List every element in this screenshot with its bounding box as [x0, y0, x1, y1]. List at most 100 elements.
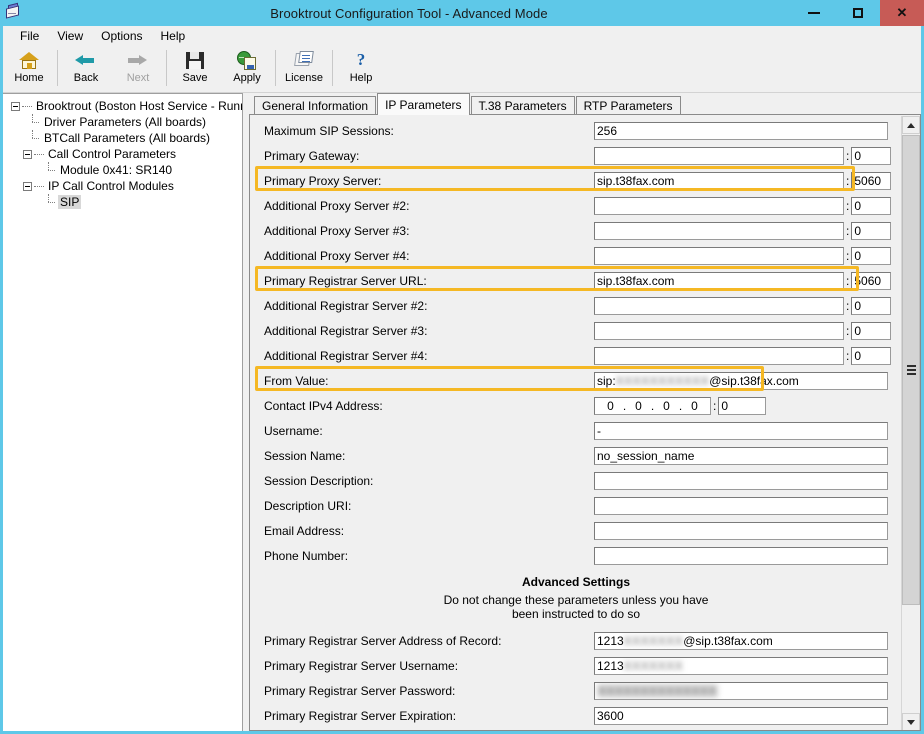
- tree-node-call-control-parameters[interactable]: Call Control Parameters: [6, 146, 240, 162]
- primary-proxy-server-port-input[interactable]: 5060: [851, 171, 892, 190]
- additional-proxy-server-3-port-input[interactable]: 0: [851, 221, 892, 240]
- tree-connector: [34, 153, 44, 155]
- toolbar-separator-3: [275, 50, 276, 86]
- port-separator: :: [713, 398, 717, 413]
- tree-node-module-sr140[interactable]: Module 0x41: SR140: [6, 162, 240, 178]
- description-uri-input[interactable]: [594, 496, 888, 515]
- apply-globe-icon: [236, 49, 258, 71]
- field-label: Phone Number:: [264, 548, 349, 563]
- aor-redacted: XXXXXXX: [623, 634, 684, 648]
- ip-dot: .: [622, 398, 627, 413]
- registrar-username-redacted: XXXXXXX: [623, 659, 684, 673]
- primary-proxy-server-host-input[interactable]: sip.t38fax.com: [594, 171, 844, 190]
- registrar-address-of-record-input[interactable]: 1213 XXXXXXX @sip.t38fax.com: [594, 631, 888, 650]
- session-name-input[interactable]: no_session_name: [594, 446, 888, 465]
- field-label: Primary Gateway:: [264, 148, 360, 163]
- additional-registrar-server-4-host-input[interactable]: [594, 346, 844, 365]
- aor-prefix: 1213: [597, 634, 624, 648]
- tree-node-brooktrout[interactable]: Brooktrout (Boston Host Service - Runnin…: [6, 98, 242, 114]
- additional-proxy-server-4-port-input[interactable]: 0: [851, 246, 892, 265]
- expander-minus-icon[interactable]: [23, 149, 32, 159]
- tab-t38-parameters[interactable]: T.38 Parameters: [470, 96, 575, 115]
- tab-general-information[interactable]: General Information: [254, 96, 377, 115]
- tree-node-driver-parameters[interactable]: Driver Parameters (All boards): [6, 114, 240, 130]
- field-label: Primary Registrar Server Username:: [264, 658, 459, 673]
- additional-proxy-server-3-host-input[interactable]: [594, 221, 844, 240]
- primary-registrar-server-url-port-input[interactable]: 5060: [851, 271, 892, 290]
- additional-proxy-server-2-port-input[interactable]: 0: [851, 196, 892, 215]
- scroll-up-button[interactable]: [902, 116, 920, 134]
- expander-minus-icon[interactable]: [11, 101, 20, 111]
- username-input[interactable]: -: [594, 421, 888, 440]
- maximum-sip-sessions-input[interactable]: 256: [594, 121, 888, 140]
- ip-dot: .: [678, 398, 683, 413]
- additional-proxy-server-4-host-input[interactable]: [594, 246, 844, 265]
- expander-minus-icon[interactable]: [23, 181, 32, 191]
- from-value-input[interactable]: sip: XXXXXXXXXXX @sip.t38fax.com: [594, 371, 888, 390]
- tab-rtp-parameters[interactable]: RTP Parameters: [575, 96, 681, 115]
- contact-ipv4-address-input[interactable]: 0 . 0 . 0 . 0: [594, 396, 711, 415]
- primary-gateway-host-input[interactable]: [594, 146, 844, 165]
- field-label: Additional Proxy Server #2:: [264, 198, 410, 213]
- field-row-additional-registrar-server-4: Additional Registrar Server #4: : 0: [258, 343, 894, 368]
- scroll-thumb[interactable]: [902, 135, 920, 605]
- additional-registrar-server-2-host-input[interactable]: [594, 296, 844, 315]
- email-address-input[interactable]: [594, 521, 888, 540]
- ip-dot: .: [650, 398, 655, 413]
- additional-registrar-server-4-port-input[interactable]: 0: [851, 346, 892, 365]
- toolbar-apply-label: Apply: [233, 72, 261, 84]
- tree-connector: [34, 185, 44, 187]
- ip-octet-1[interactable]: 0: [601, 399, 621, 413]
- tab-ip-parameters[interactable]: IP Parameters: [377, 93, 470, 115]
- field-label: Email Address:: [264, 523, 345, 538]
- tree-node-sip[interactable]: SIP: [6, 194, 240, 210]
- registrar-expiration-input[interactable]: 3600: [594, 706, 888, 725]
- tree-connector: [28, 130, 40, 146]
- additional-proxy-server-2-host-input[interactable]: [594, 196, 844, 215]
- vertical-scrollbar[interactable]: [901, 116, 920, 730]
- client-area: File View Options Help Home Back Next Sa…: [3, 26, 921, 731]
- additional-registrar-server-3-host-input[interactable]: [594, 321, 844, 340]
- maximize-button[interactable]: [836, 0, 880, 26]
- field-row-registrar-expiration: Primary Registrar Server Expiration: 360…: [258, 703, 894, 728]
- session-description-input[interactable]: [594, 471, 888, 490]
- field-label: Session Name:: [264, 448, 346, 463]
- primary-registrar-server-url-host-input[interactable]: sip.t38fax.com: [594, 271, 844, 290]
- toolbar-help-button[interactable]: ? Help: [335, 46, 387, 91]
- ip-octet-2[interactable]: 0: [629, 399, 649, 413]
- minimize-button[interactable]: [792, 0, 836, 26]
- toolbar-save-button[interactable]: Save: [169, 46, 221, 91]
- fax-machine-icon: [0, 0, 26, 26]
- caret-down-icon: [907, 719, 915, 725]
- field-label: Session Description:: [264, 473, 374, 488]
- menu-view[interactable]: View: [48, 27, 92, 45]
- port-separator: :: [846, 323, 850, 338]
- menu-options[interactable]: Options: [92, 27, 151, 45]
- toolbar-separator-4: [332, 50, 333, 86]
- registrar-username-input[interactable]: 1213 XXXXXXX: [594, 656, 888, 675]
- close-button[interactable]: ✕: [880, 0, 924, 26]
- menu-help[interactable]: Help: [152, 27, 195, 45]
- contact-ipv4-port-input[interactable]: 0: [718, 396, 767, 415]
- primary-gateway-port-input[interactable]: 0: [851, 146, 892, 165]
- toolbar-license-button[interactable]: License: [278, 46, 330, 91]
- field-row-additional-proxy-server-2: Additional Proxy Server #2: : 0: [258, 193, 894, 218]
- port-separator: :: [846, 173, 850, 188]
- toolbar-back-button[interactable]: Back: [60, 46, 112, 91]
- aor-suffix: @sip.t38fax.com: [683, 634, 773, 648]
- ip-octet-3[interactable]: 0: [657, 399, 677, 413]
- phone-number-input[interactable]: [594, 546, 888, 565]
- navigation-tree[interactable]: Brooktrout (Boston Host Service - Runnin…: [3, 93, 243, 731]
- tree-connector: [44, 194, 56, 210]
- toolbar-home-button[interactable]: Home: [3, 46, 55, 91]
- additional-registrar-server-3-port-input[interactable]: 0: [851, 321, 892, 340]
- registrar-password-input[interactable]: XXXXXXXXXXXXXX: [594, 681, 888, 700]
- additional-registrar-server-2-port-input[interactable]: 0: [851, 296, 892, 315]
- menu-file[interactable]: File: [11, 27, 48, 45]
- toolbar-next-button[interactable]: Next: [112, 46, 164, 91]
- scroll-down-button[interactable]: [902, 713, 920, 730]
- tree-node-ip-call-control-modules[interactable]: IP Call Control Modules: [6, 178, 240, 194]
- tree-node-btcall-parameters[interactable]: BTCall Parameters (All boards): [6, 130, 240, 146]
- ip-octet-4[interactable]: 0: [685, 399, 705, 413]
- toolbar-apply-button[interactable]: Apply: [221, 46, 273, 91]
